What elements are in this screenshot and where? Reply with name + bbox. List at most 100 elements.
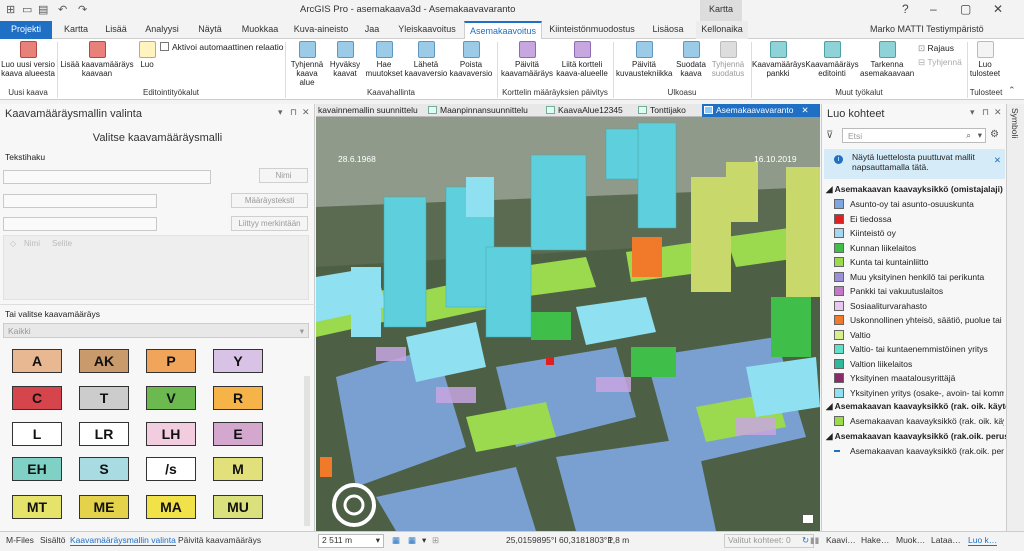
template-item[interactable]: Asemakaavan kaavayksikkö (rak. oik. käyt… [834, 415, 1004, 428]
tab-hake[interactable]: Hake… [861, 535, 889, 545]
tab-jaa[interactable]: Jaa [354, 21, 390, 39]
tab-lisaa[interactable]: Lisää [98, 21, 134, 39]
grid-icon[interactable]: ▦ [392, 535, 400, 546]
regulation-tile-v[interactable]: V [146, 386, 196, 410]
template-item[interactable]: Uskonnollinen yhteisö, säätiö, puolue ta… [834, 314, 1004, 327]
clear-filter-button[interactable]: Tyhjennä suodatus [708, 41, 748, 78]
filter-icon[interactable]: ⊽ [826, 130, 833, 141]
tab-kellonaika[interactable]: Kellonaika [696, 21, 748, 39]
tab-analyysi[interactable]: Analyysi [136, 21, 188, 39]
tab-muok[interactable]: Muok… [896, 535, 925, 545]
snap-icon[interactable]: ▦ [408, 535, 416, 546]
crop-button[interactable]: ⊡ Rajaus [918, 43, 954, 54]
close-tab-icon[interactable]: ✕ [802, 105, 809, 115]
column-header-description[interactable]: Selite [52, 239, 72, 248]
regulation-bank-button[interactable]: Kaavamääräys pankki [752, 41, 805, 78]
tab-luo-kohteet[interactable]: Luo k… [968, 535, 998, 546]
template-item[interactable]: Muu yksityinen henkilö tai perikunta [834, 271, 1004, 284]
tab-view-suunnittelu[interactable]: kavainnemallin suunnittelu [316, 104, 424, 117]
pin-icon[interactable]: ⊓ [982, 107, 989, 118]
template-item[interactable]: Pankki tai vakuutuslaitos [834, 285, 1004, 298]
tab-view-asemakaavavaranto[interactable]: Asemakaavavaranto ✕ [702, 104, 820, 117]
open-icon[interactable]: ▤ [38, 3, 48, 16]
regulation-tile-t[interactable]: T [79, 386, 129, 410]
results-table[interactable]: ◇ Nimi Selite [3, 235, 309, 300]
related-input[interactable] [3, 217, 157, 231]
tab-mfiles[interactable]: M-Files [6, 535, 34, 545]
template-group-3[interactable]: ◢ Asemakaavan kaavayksikkö (rak.oik. per… [826, 431, 1006, 442]
settings-icon[interactable]: ⚙ [990, 129, 999, 140]
dropdown-icon[interactable]: ▾ [422, 535, 426, 546]
panel-menu-icon[interactable]: ▾ [278, 107, 283, 118]
tab-asemakaavoitus[interactable]: Asemakaavoitus [464, 21, 542, 40]
regulation-tile-c[interactable]: C [12, 386, 62, 410]
tab-kiinteistonmuodostus[interactable]: Kiinteistönmuodostus [544, 21, 640, 39]
chat-icon[interactable] [802, 514, 814, 524]
clear-button[interactable]: ⊟ Tyhjennä [918, 57, 962, 68]
print-button[interactable]: Luo tulosteet [968, 41, 1002, 78]
new-version-button[interactable]: Luo uusi versio kaava alueesta [1, 41, 55, 78]
tab-view-maanpinta[interactable]: Maanpinnansuunnittelu [426, 104, 528, 117]
panel-close-icon[interactable]: ✕ [994, 107, 1002, 118]
regulation-tile-lr[interactable]: LR [79, 422, 129, 446]
tab-lisaosa[interactable]: Lisäosa [642, 21, 694, 39]
refine-plan-button[interactable]: Tarkenna asemakaavaan [860, 41, 914, 78]
panel-menu-icon[interactable]: ▾ [970, 107, 975, 118]
tab-view-kaavaalue[interactable]: KaavaAlue12345 [544, 104, 628, 117]
related-button[interactable]: Liittyy merkintään [231, 216, 308, 231]
template-item[interactable]: Valtio [834, 329, 1004, 342]
filter-plan-button[interactable]: Suodata kaava [674, 41, 708, 78]
tab-projekti[interactable]: Projekti [0, 21, 52, 39]
tab-lataa[interactable]: Lataa… [931, 535, 961, 545]
layout-icon[interactable]: ⊞ [432, 535, 439, 546]
update-regulation-button[interactable]: Päivitä kaavamääräys [500, 41, 554, 78]
template-item[interactable]: Kunta tai kuntainliitto [834, 256, 1004, 269]
tab-update-regulation[interactable]: Päivitä kaavamääräys [178, 535, 261, 545]
search-icon[interactable]: ⌕ [966, 130, 971, 141]
regulation-tile-ak[interactable]: AK [79, 349, 129, 373]
pause-icon[interactable]: ▮▮ [810, 535, 819, 546]
regulation-edit-button[interactable]: Kaavamääräys editointi [804, 41, 860, 78]
template-item[interactable]: Kiinteistö oy [834, 227, 1004, 240]
send-version-button[interactable]: Lähetä kaavaversio [404, 41, 448, 78]
scrollbar[interactable] [304, 376, 310, 526]
info-bar[interactable]: i Näytä luettelosta puuttuvat mallit naps… [824, 149, 1005, 179]
regulation-tile-r[interactable]: R [213, 386, 263, 410]
dropdown-icon[interactable]: ▾ [978, 130, 982, 141]
attach-block-button[interactable]: Liitä kortteli kaava-alueelle [554, 41, 610, 78]
delete-version-button[interactable]: Poista kaavaversio [448, 41, 494, 78]
auto-relation-checkbox[interactable]: Aktivoi automaattinen relaatio [160, 42, 284, 52]
user-name[interactable]: Marko MATTI Testiympäristö [870, 24, 984, 34]
collapse-icon[interactable]: ◢ [826, 184, 835, 194]
template-item[interactable]: Kunnan liikelaitos [834, 242, 1004, 255]
checkbox-box-icon[interactable] [160, 42, 169, 51]
template-item[interactable]: Asemakaavan kaavayksikkö (rak.oik. perus… [834, 445, 1004, 458]
panel-close-icon[interactable]: ✕ [302, 107, 310, 118]
3d-map-view[interactable]: 28.6.1968 16.10.2019 [316, 117, 820, 531]
template-item[interactable]: Valtion liikelaitos [834, 358, 1004, 371]
regulation-tile-slashs[interactable]: /s [146, 457, 196, 481]
regulation-tile-me[interactable]: ME [79, 495, 129, 519]
regulation-tile-a[interactable]: A [12, 349, 62, 373]
regulation-tile-s[interactable]: S [79, 457, 129, 481]
collapse-icon[interactable]: ◢ [826, 431, 835, 441]
close-icon[interactable]: ✕ [993, 2, 1003, 16]
undo-icon[interactable]: ↶ [58, 3, 67, 16]
selected-features[interactable]: Valitut kohteet: 0 [724, 534, 814, 548]
collapse-icon[interactable]: ◢ [826, 401, 835, 411]
category-dropdown[interactable]: Kaikki ▾ [3, 323, 309, 338]
name-button[interactable]: Nimi [259, 168, 308, 183]
update-technique-button[interactable]: Päivitä kuvaustekniikka [616, 41, 672, 78]
regulation-tile-ma[interactable]: MA [146, 495, 196, 519]
tab-view-tonttijako[interactable]: Tonttijako [636, 104, 698, 117]
column-header-name[interactable]: Nimi [24, 239, 40, 248]
regulation-text-button[interactable]: Määräysteksti [231, 193, 308, 208]
collapse-ribbon-icon[interactable]: ⌃ [1008, 85, 1016, 96]
add-regulation-button[interactable]: Lisää kaavamääräys kaavaan [60, 41, 134, 78]
close-info-icon[interactable]: ✕ [994, 155, 1001, 165]
regulation-tile-mt[interactable]: MT [12, 495, 62, 519]
regulation-tile-mu[interactable]: MU [213, 495, 263, 519]
regulation-tile-l[interactable]: L [12, 422, 62, 446]
text-search-input[interactable] [3, 170, 211, 184]
tab-nayta[interactable]: Näytä [190, 21, 230, 39]
